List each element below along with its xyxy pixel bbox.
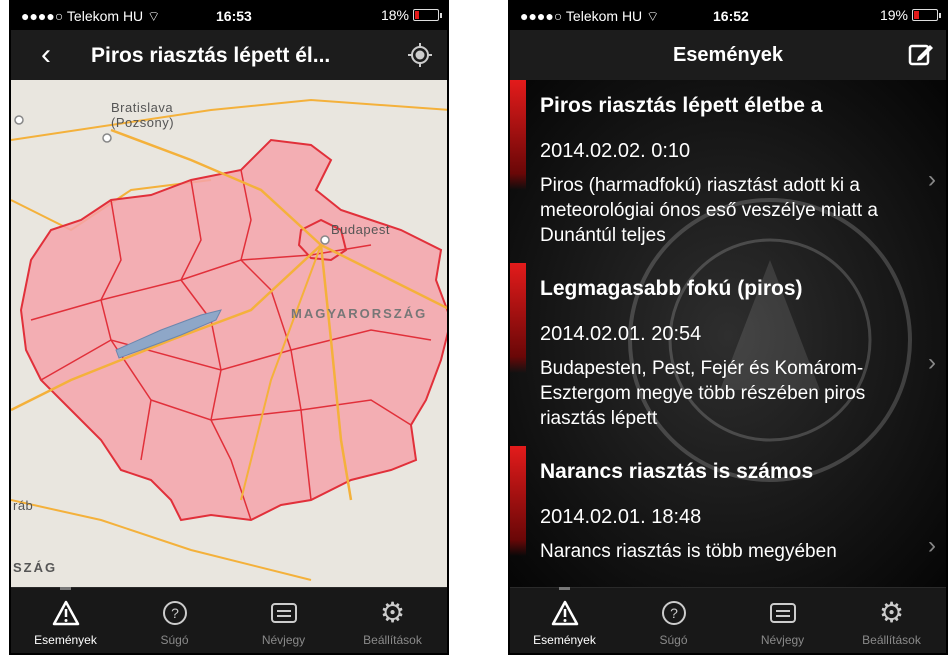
alert-level-bar bbox=[510, 446, 526, 556]
event-date: 2014.02.01. 18:48 bbox=[540, 506, 702, 528]
tab-bar: Események ? Súgó Névjegy ⚙ Beállítások bbox=[11, 587, 447, 653]
tab-label: Névjegy bbox=[261, 633, 306, 647]
status-time: 16:53 bbox=[216, 8, 252, 24]
wifi-icon: ⌔ bbox=[646, 8, 660, 24]
map-label-country: MAGYARORSZÁG bbox=[291, 306, 428, 321]
tab-label: Események bbox=[34, 633, 97, 647]
tab-sugo[interactable]: ? Súgó bbox=[120, 588, 229, 653]
event-body: Budapesten, Pest, Fejér és Komárom-Eszte… bbox=[540, 358, 866, 429]
gear-icon: ⚙ bbox=[379, 597, 406, 628]
tab-label: Súgó bbox=[659, 633, 688, 647]
crosshair-icon bbox=[408, 43, 432, 67]
warning-triangle-icon bbox=[51, 598, 81, 628]
gear-icon: ⚙ bbox=[878, 597, 905, 628]
map-label-rab: ráb bbox=[13, 498, 34, 513]
tab-label: Események bbox=[533, 633, 596, 647]
card-icon bbox=[768, 598, 798, 628]
map-canvas bbox=[11, 98, 447, 581]
tab-label: Névjegy bbox=[760, 633, 805, 647]
battery-icon bbox=[413, 9, 442, 21]
event-date: 2014.02.01. 20:54 bbox=[540, 323, 702, 345]
event-title: Piros riasztás lépett életbe a bbox=[540, 94, 823, 117]
status-bar: ●●●●○ Telekom HU ⌔ 16:52 19% bbox=[510, 2, 946, 30]
events-list[interactable]: Piros riasztás lépett életbe a 2014.02.0… bbox=[510, 80, 946, 591]
event-title: Narancs riasztás is számos bbox=[540, 460, 814, 483]
carrier-label: ●●●●○ Telekom HU ⌔ bbox=[520, 8, 660, 24]
event-item[interactable]: Piros riasztás lépett életbe a 2014.02.0… bbox=[510, 80, 946, 259]
nav-bar: Események bbox=[510, 30, 946, 80]
tab-nevjegy[interactable]: Névjegy bbox=[728, 588, 837, 653]
alert-region[interactable] bbox=[19, 138, 447, 522]
tab-label: Beállítások bbox=[862, 633, 921, 647]
tab-beallitasok[interactable]: ⚙ Beállítások bbox=[338, 588, 447, 653]
tab-sugo[interactable]: ? Súgó bbox=[619, 588, 728, 653]
chevron-right-icon: › bbox=[928, 166, 936, 193]
map-label-szag: SZÁG bbox=[13, 560, 58, 575]
status-time: 16:52 bbox=[713, 8, 749, 24]
wifi-icon: ⌔ bbox=[147, 8, 161, 24]
status-bar: ●●●●○ Telekom HU ⌔ 16:53 18% bbox=[11, 2, 447, 30]
carrier-label: ●●●●○ Telekom HU ⌔ bbox=[21, 8, 161, 24]
event-item[interactable]: Narancs riasztás is számos 2014.02.01. 1… bbox=[510, 446, 946, 572]
locate-button[interactable] bbox=[407, 42, 433, 73]
map-label-pozsony: (Pozsony) bbox=[111, 115, 175, 130]
svg-text:?: ? bbox=[670, 605, 678, 621]
chevron-right-icon: › bbox=[928, 532, 936, 559]
city-marker bbox=[14, 115, 24, 125]
tab-label: Beállítások bbox=[363, 633, 422, 647]
tab-esemenyek[interactable]: Események bbox=[11, 587, 120, 653]
card-icon bbox=[269, 598, 299, 628]
warning-triangle-icon bbox=[550, 598, 580, 628]
question-circle-icon: ? bbox=[160, 598, 190, 628]
chevron-right-icon: › bbox=[928, 349, 936, 376]
event-item[interactable]: Legmagasabb fokú (piros) 2014.02.01. 20:… bbox=[510, 263, 946, 442]
compose-icon bbox=[908, 44, 933, 66]
page-title: Események bbox=[672, 44, 784, 66]
tab-esemenyek[interactable]: Események bbox=[510, 587, 619, 653]
alert-level-bar bbox=[510, 80, 526, 190]
tab-bar: Események ? Súgó Névjegy ⚙ Beállítások bbox=[510, 587, 946, 653]
alert-map[interactable]: Bratislava (Pozsony) Budapest MAGYARORSZ… bbox=[11, 80, 447, 592]
map-screen: ●●●●○ Telekom HU ⌔ 16:53 18% ‹ Piros ria… bbox=[9, 0, 449, 655]
city-marker bbox=[320, 235, 330, 245]
back-button[interactable]: ‹ bbox=[41, 38, 51, 72]
map-label-budapest: Budapest bbox=[331, 222, 390, 237]
battery-indicator: 18% bbox=[381, 7, 442, 23]
city-marker bbox=[102, 133, 112, 143]
event-body: Piros (harmadfokú) riasztást adott ki a … bbox=[540, 175, 878, 246]
svg-text:?: ? bbox=[171, 605, 179, 621]
events-screen: ●●●●○ Telekom HU ⌔ 16:52 19% Események P… bbox=[508, 0, 948, 655]
event-title: Legmagasabb fokú (piros) bbox=[540, 277, 803, 300]
tab-nevjegy[interactable]: Névjegy bbox=[229, 588, 338, 653]
battery-icon bbox=[912, 9, 941, 21]
map-label-bratislava: Bratislava bbox=[111, 100, 174, 115]
event-body: Narancs riasztás is több megyében bbox=[540, 541, 837, 562]
battery-indicator: 19% bbox=[880, 7, 941, 23]
tab-label: Súgó bbox=[160, 633, 189, 647]
question-circle-icon: ? bbox=[659, 598, 689, 628]
page-title: Piros riasztás lépett él... bbox=[91, 44, 331, 67]
nav-bar: ‹ Piros riasztás lépett él... bbox=[11, 30, 447, 80]
event-date: 2014.02.02. 0:10 bbox=[540, 140, 691, 162]
alert-level-bar bbox=[510, 263, 526, 373]
tab-beallitasok[interactable]: ⚙ Beállítások bbox=[837, 588, 946, 653]
compose-button[interactable] bbox=[908, 41, 934, 72]
